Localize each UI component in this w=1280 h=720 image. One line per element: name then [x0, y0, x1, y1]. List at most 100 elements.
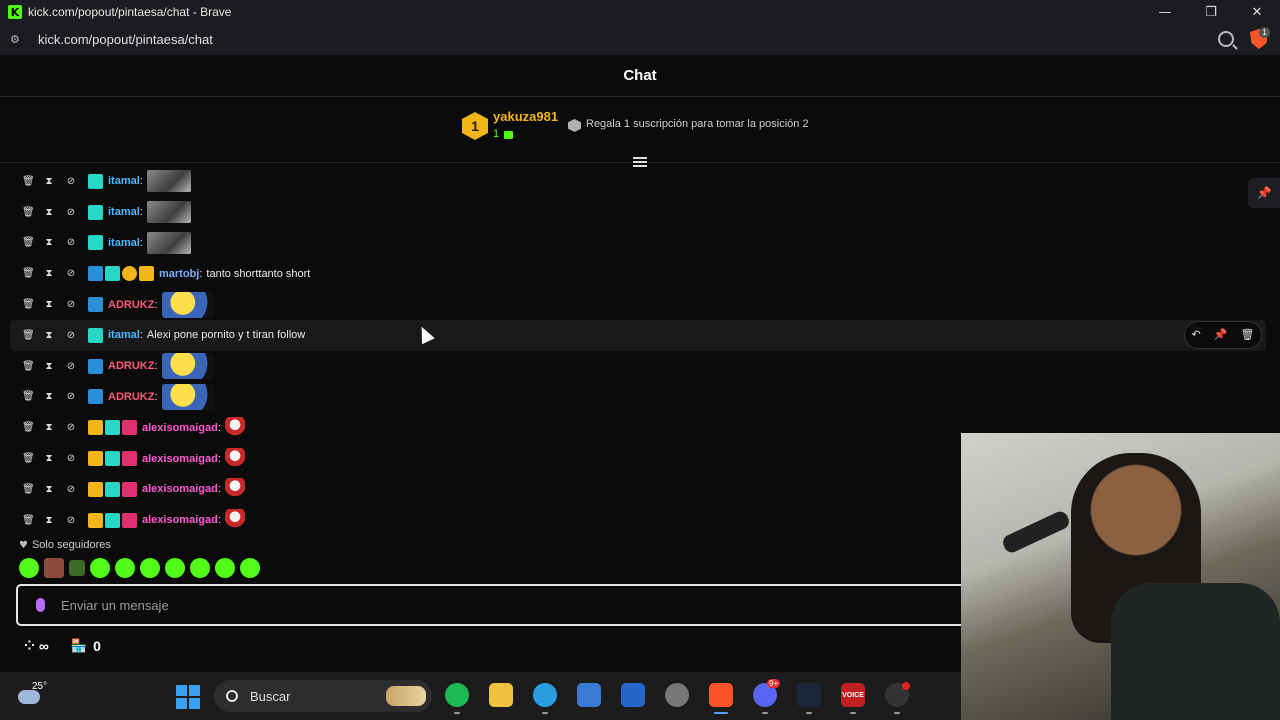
leader-username[interactable]: yakuza981 — [493, 109, 558, 124]
ban-icon[interactable]: ⊘ — [66, 330, 76, 341]
edge-icon[interactable] — [533, 683, 557, 707]
file-explorer-icon[interactable] — [489, 683, 513, 707]
emote-button[interactable] — [115, 558, 135, 578]
message-username[interactable]: alexisomaigad — [142, 514, 218, 526]
site-settings-icon[interactable]: ⚙ — [10, 33, 24, 47]
timeout-icon[interactable]: ⧗ — [44, 207, 54, 218]
microphone-icon[interactable] — [36, 598, 45, 612]
maximize-button[interactable]: ❐ — [1188, 0, 1234, 24]
settings-icon[interactable] — [665, 683, 689, 707]
message-username[interactable]: ADRUKZ — [108, 391, 154, 403]
emote-button[interactable] — [44, 558, 64, 578]
message-username[interactable]: itamal — [108, 206, 140, 218]
santa-emote[interactable] — [224, 478, 245, 501]
ban-icon[interactable]: ⊘ — [66, 176, 76, 187]
taskbar-search[interactable]: Buscar — [214, 680, 432, 712]
delete-icon[interactable]: 🗑 — [22, 361, 35, 372]
microsoft-store-icon[interactable] — [577, 683, 601, 707]
delete-icon[interactable]: 🗑 — [22, 515, 35, 526]
pin-message-icon[interactable]: 📌 — [1214, 328, 1228, 341]
zoom-icon[interactable] — [1218, 31, 1234, 47]
minion-emote[interactable] — [161, 353, 214, 380]
chat-message[interactable]: 🗑 ⧗ ⊘ itamal: — [10, 228, 1266, 259]
delete-message-icon[interactable]: 🗑 — [1241, 328, 1255, 341]
emote-button[interactable] — [90, 558, 110, 578]
message-username[interactable]: ADRUKZ — [108, 360, 154, 372]
close-window-button[interactable]: ✕ — [1234, 0, 1280, 24]
santa-emote[interactable] — [224, 416, 245, 439]
timeout-icon[interactable]: ⧗ — [44, 361, 54, 372]
reply-icon[interactable]: ↶ — [1192, 328, 1201, 341]
emote-button[interactable] — [165, 558, 185, 578]
minimize-button[interactable]: — — [1142, 0, 1188, 24]
brave-taskbar-icon[interactable] — [709, 683, 733, 707]
ban-icon[interactable]: ⊘ — [66, 207, 76, 218]
timeout-icon[interactable]: ⧗ — [44, 484, 54, 495]
voicemeeter-icon[interactable]: VOICE — [841, 683, 865, 707]
delete-icon[interactable]: 🗑 — [22, 422, 35, 433]
delete-icon[interactable]: 🗑 — [22, 207, 35, 218]
ban-icon[interactable]: ⊘ — [66, 391, 76, 402]
message-username[interactable]: itamal — [108, 175, 140, 187]
pin-icon[interactable]: 📌 — [1248, 178, 1280, 208]
chat-message-input[interactable] — [61, 597, 661, 613]
outlook-icon[interactable] — [621, 683, 645, 707]
delete-icon[interactable]: 🗑 — [22, 176, 35, 187]
delete-icon[interactable]: 🗑 — [22, 330, 35, 341]
message-username[interactable]: alexisomaigad — [142, 453, 218, 465]
store-icon[interactable]: 🏪 — [71, 639, 87, 654]
message-username[interactable]: ADRUKZ — [108, 299, 154, 311]
channel-points-icon[interactable]: ⁘ — [24, 639, 35, 654]
chat-message[interactable]: 🗑 ⧗ ⊘ ADRUKZ: — [10, 289, 1266, 320]
santa-emote[interactable] — [224, 447, 245, 470]
timeout-icon[interactable]: ⧗ — [44, 299, 54, 310]
ban-icon[interactable]: ⊘ — [66, 268, 76, 279]
timeout-icon[interactable]: ⧗ — [44, 176, 54, 187]
spotify-icon[interactable] — [445, 683, 469, 707]
emote-button[interactable] — [19, 558, 39, 578]
ban-icon[interactable]: ⊘ — [66, 484, 76, 495]
steam-icon[interactable] — [797, 683, 821, 707]
emote-button[interactable] — [69, 560, 85, 576]
delete-icon[interactable]: 🗑 — [22, 268, 35, 279]
img-emote[interactable] — [146, 231, 191, 254]
timeout-icon[interactable]: ⧗ — [44, 268, 54, 279]
timeout-icon[interactable]: ⧗ — [44, 330, 54, 341]
timeout-icon[interactable]: ⧗ — [44, 453, 54, 464]
message-username[interactable]: itamal — [108, 329, 140, 341]
emote-button[interactable] — [190, 558, 210, 578]
chat-message[interactable]: 🗑 ⧗ ⊘ ADRUKZ: — [10, 351, 1266, 382]
timeout-icon[interactable]: ⧗ — [44, 237, 54, 248]
message-username[interactable]: alexisomaigad — [142, 483, 218, 495]
chat-message[interactable]: 🗑 ⧗ ⊘ itamal: — [10, 197, 1266, 228]
santa-emote[interactable] — [224, 509, 245, 532]
ban-icon[interactable]: ⊘ — [66, 422, 76, 433]
emote-button[interactable] — [140, 558, 160, 578]
delete-icon[interactable]: 🗑 — [22, 237, 35, 248]
ban-icon[interactable]: ⊘ — [66, 515, 76, 526]
ban-icon[interactable]: ⊘ — [66, 453, 76, 464]
chat-message[interactable]: 🗑 ⧗ ⊘ itamal: Alexi pone pornito y t tiran f… — [10, 319, 1266, 351]
ban-icon[interactable]: ⊘ — [66, 299, 76, 310]
timeout-icon[interactable]: ⧗ — [44, 422, 54, 433]
minion-emote[interactable] — [161, 291, 214, 318]
timeout-icon[interactable]: ⧗ — [44, 391, 54, 402]
ban-icon[interactable]: ⊘ — [66, 361, 76, 372]
message-username[interactable]: itamal — [108, 237, 140, 249]
chat-message[interactable]: 🗑 ⧗ ⊘ martobj: tanto shorttanto short — [10, 258, 1266, 289]
chat-message[interactable]: 🗑 ⧗ ⊘ itamal: — [10, 166, 1266, 197]
ban-icon[interactable]: ⊘ — [66, 237, 76, 248]
windows-start-icon[interactable] — [176, 685, 200, 709]
minion-emote[interactable] — [161, 383, 214, 410]
emote-button[interactable] — [240, 558, 260, 578]
chat-message[interactable]: 🗑 ⧗ ⊘ ADRUKZ: — [10, 382, 1266, 413]
message-username[interactable]: alexisomaigad — [142, 422, 218, 434]
delete-icon[interactable]: 🗑 — [22, 453, 35, 464]
message-username[interactable]: martobj — [159, 268, 199, 280]
url-text[interactable]: kick.com/popout/pintaesa/chat — [38, 32, 213, 47]
delete-icon[interactable]: 🗑 — [22, 391, 35, 402]
timeout-icon[interactable]: ⧗ — [44, 515, 54, 526]
emote-button[interactable] — [215, 558, 235, 578]
img-emote[interactable] — [146, 201, 191, 224]
address-bar[interactable]: ⚙ kick.com/popout/pintaesa/chat — [0, 24, 1280, 55]
